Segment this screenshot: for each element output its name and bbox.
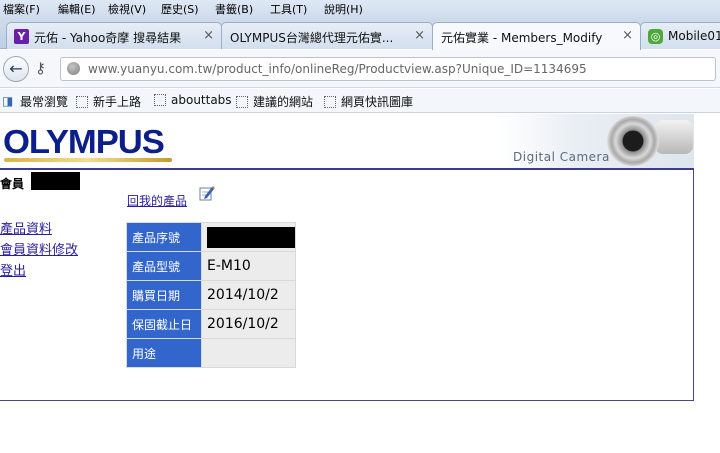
tab-label: 元佑實業 - Members_Modify — [441, 31, 603, 45]
close-icon[interactable]: × — [203, 28, 214, 43]
back-to-my-products-link[interactable]: 回我的產品 — [127, 192, 187, 209]
serial-number-value — [201, 222, 296, 252]
product-info-table: 產品序號 產品型號 E-M10 購買日期 2014/10/2 保固截止日 201… — [126, 222, 296, 368]
mobile01-icon: ◎ — [648, 29, 663, 44]
bookmark-abouttabs[interactable]: abouttabs — [154, 93, 232, 107]
tab-mobile01[interactable]: ◎ Mobile01 — [640, 22, 720, 49]
globe-icon — [67, 62, 80, 75]
usage-value — [201, 338, 296, 368]
back-button[interactable]: ← — [3, 56, 29, 82]
edit-icon[interactable] — [199, 185, 215, 201]
address-bar[interactable]: www.yuanyu.com.tw/product_info/onlineReg… — [60, 57, 716, 81]
yahoo-icon: Y — [14, 29, 29, 44]
menu-bar: 檔案(F) 編輯(E) 檢視(V) 歷史(S) 書籤(B) 工具(T) 說明(H… — [0, 0, 720, 18]
row-label: 購買日期 — [126, 280, 202, 310]
close-icon[interactable]: × — [622, 28, 633, 43]
camera-banner-text: Digital Camera — [513, 150, 610, 164]
member-name-redacted — [31, 172, 80, 190]
bookmark-most-visited[interactable]: 最常瀏覽 — [20, 93, 68, 110]
row-label: 用途 — [126, 338, 202, 368]
logo-swoosh — [4, 158, 172, 162]
purchase-date-value: 2014/10/2 — [201, 280, 296, 310]
bookmark-folder-icon: ◨ — [2, 94, 14, 108]
content-border-right — [693, 170, 694, 401]
bookmark-label: 建議的網站 — [253, 95, 314, 109]
tab-olympus[interactable]: OLYMPUS台灣總代理元佑實... × — [221, 22, 433, 49]
content-border-bottom — [0, 400, 694, 401]
table-row: 保固截止日 2016/10/2 — [126, 309, 296, 339]
url-text[interactable]: www.yuanyu.com.tw/product_info/onlineReg… — [88, 62, 587, 76]
warranty-end-value: 2016/10/2 — [201, 309, 296, 339]
sidebar-link-logout[interactable]: 登出 — [0, 260, 26, 279]
menu-help[interactable]: 說明(H) — [324, 1, 363, 17]
table-row: 用途 — [126, 338, 296, 368]
bookmark-icon — [324, 96, 336, 108]
bookmark-icon — [154, 94, 166, 106]
bookmark-icon — [76, 96, 88, 108]
serial-number-redacted — [207, 226, 295, 248]
sidebar-link-edit-member[interactable]: 會員資料修改 — [0, 239, 78, 258]
menu-history[interactable]: 歷史(S) — [161, 1, 199, 17]
bookmark-suggested-sites[interactable]: 建議的網站 — [236, 93, 313, 110]
bookmark-label: abouttabs — [171, 93, 232, 107]
arrow-left-icon: ← — [9, 59, 23, 78]
member-label: 會員 — [0, 177, 25, 191]
bookmark-label: 網頁快訊圖庫 — [341, 95, 414, 109]
row-label: 產品序號 — [126, 222, 202, 252]
menu-view[interactable]: 檢視(V) — [108, 1, 146, 17]
bookmark-getting-started[interactable]: 新手上路 — [76, 93, 141, 110]
bookmark-label: 新手上路 — [93, 95, 142, 109]
bookmarks-toolbar: ◨ 最常瀏覽 新手上路 abouttabs 建議的網站 網頁快訊圖庫 — [0, 89, 720, 113]
tab-label: Mobile01 — [668, 29, 720, 43]
table-row: 產品序號 — [126, 222, 296, 252]
tab-yahoo[interactable]: Y 元佑 - Yahoo奇摩 搜尋結果 × — [6, 22, 222, 49]
close-icon[interactable]: × — [414, 28, 425, 43]
sidebar-link-product-info[interactable]: 產品資料 — [0, 218, 52, 237]
table-row: 購買日期 2014/10/2 — [126, 280, 296, 310]
page-header: OLYMPUS Digital Camera — [0, 114, 694, 170]
table-row: 產品型號 E-M10 — [126, 251, 296, 281]
olympus-logo: OLYMPUS — [3, 123, 165, 160]
tab-label: 元佑 - Yahoo奇摩 搜尋結果 — [34, 31, 182, 45]
menu-edit[interactable]: 編輯(E) — [58, 1, 96, 17]
menu-file[interactable]: 檔案(F) — [3, 1, 40, 17]
model-value: E-M10 — [201, 251, 296, 281]
bookmark-icon — [236, 96, 248, 108]
nav-bar: ← ⚷ www.yuanyu.com.tw/product_info/onlin… — [0, 50, 720, 88]
bookmark-web-slice-gallery[interactable]: 網頁快訊圖庫 — [324, 93, 413, 110]
row-label: 產品型號 — [126, 251, 202, 281]
camera-body-image — [655, 120, 693, 154]
menu-tools[interactable]: 工具(T) — [270, 1, 307, 17]
key-icon[interactable]: ⚷ — [35, 59, 46, 77]
tab-label: OLYMPUS台灣總代理元佑實... — [230, 31, 394, 45]
row-label: 保固截止日 — [126, 309, 202, 339]
tab-members-modify[interactable]: 元佑實業 - Members_Modify × — [432, 22, 641, 50]
menu-bookmarks[interactable]: 書籤(B) — [215, 1, 253, 17]
tab-strip: Y 元佑 - Yahoo奇摩 搜尋結果 × OLYMPUS台灣總代理元佑實...… — [0, 18, 720, 50]
camera-lens-image — [607, 116, 659, 166]
